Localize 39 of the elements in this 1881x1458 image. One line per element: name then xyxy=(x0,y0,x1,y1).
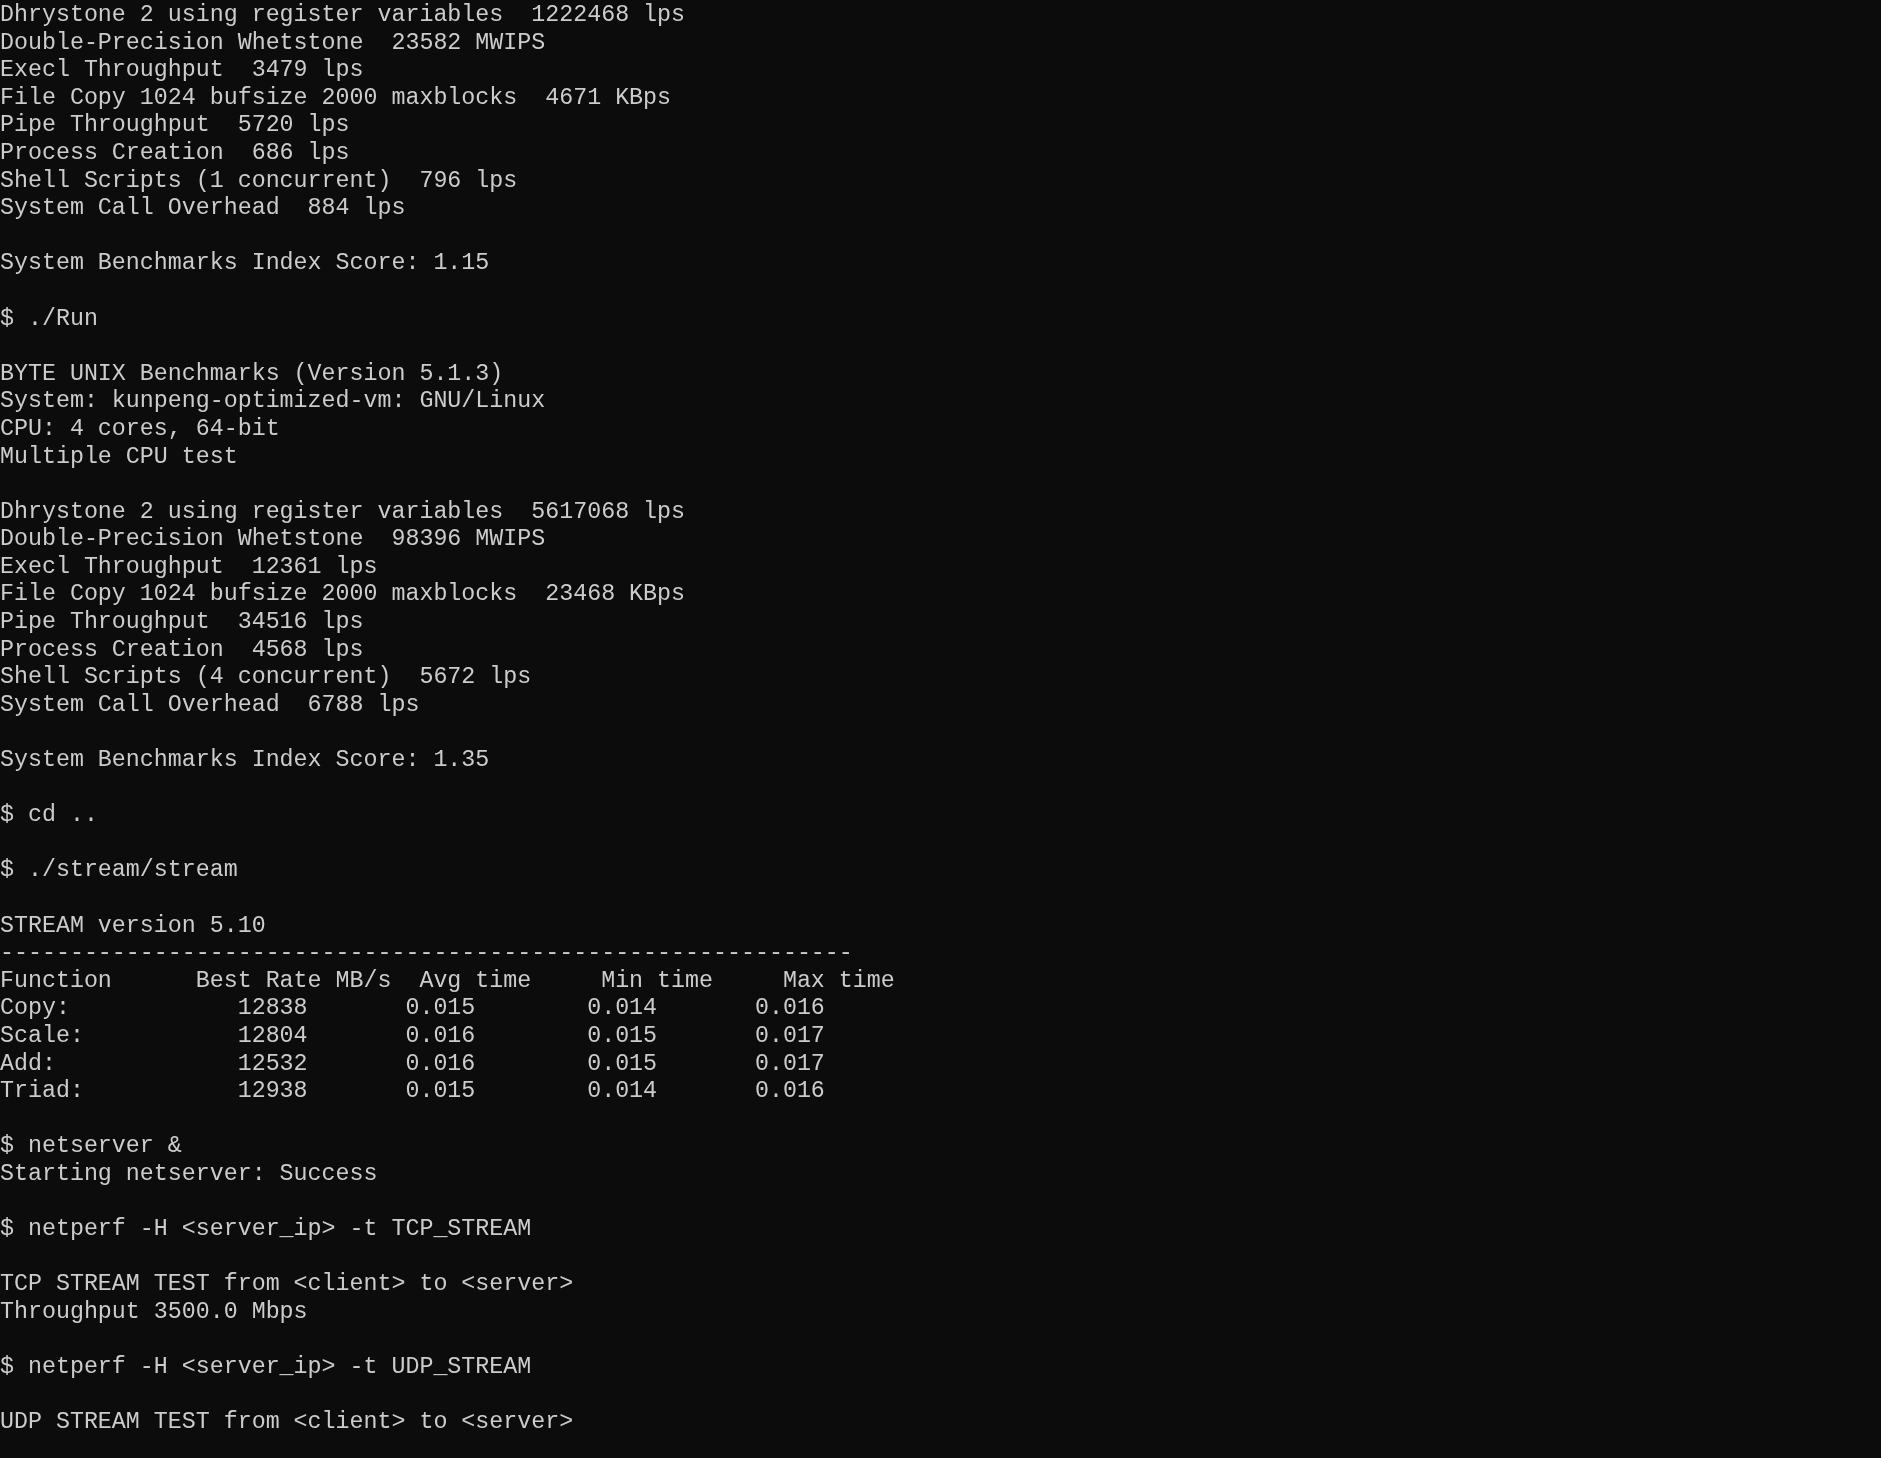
terminal-line: UDP STREAM TEST from <client> to <server> xyxy=(0,1409,574,1437)
terminal-line: System Benchmarks Index Score: 1.15 xyxy=(0,250,490,278)
terminal-line: Execl Throughput 3479 lps xyxy=(0,57,364,85)
terminal-line: ------------------------------------------------------------- xyxy=(0,940,853,968)
terminal-line: Copy: 12838 0.015 0.014 0.016 xyxy=(0,995,825,1023)
terminal-line: Pipe Throughput 5720 lps xyxy=(0,112,350,140)
terminal-line: STREAM version 5.10 xyxy=(0,912,266,941)
terminal-line: BYTE UNIX Benchmarks (Version 5.1.3) xyxy=(0,360,504,389)
terminal-line: Dhrystone 2 using register variables 1222468 lps xyxy=(0,2,686,30)
terminal-line: Process Creation 686 lps xyxy=(0,139,350,168)
terminal-line: Shell Scripts (4 concurrent) 5672 lps xyxy=(0,664,532,692)
terminal-line: Double-Precision Whetstone 98396 MWIPS xyxy=(0,526,546,554)
terminal-line: CPU: 4 cores, 64-bit xyxy=(0,415,280,444)
terminal-line: Add: 12532 0.016 0.015 0.017 xyxy=(0,1050,825,1079)
terminal-line: Process Creation 4568 lps xyxy=(0,636,364,665)
terminal-line: System: kunpeng-optimized-vm: GNU/Linux xyxy=(0,388,546,416)
terminal-line: $ ./Run xyxy=(0,305,98,334)
terminal-line: Dhrystone 2 using register variables 5617068 lps xyxy=(0,498,686,527)
terminal-line: $ cd .. xyxy=(0,802,98,830)
terminal-line: $ netperf -H <server_ip> -t UDP_STREAM xyxy=(0,1354,532,1382)
terminal-line: $ netserver & xyxy=(0,1133,182,1161)
terminal-line: File Copy 1024 bufsize 2000 maxblocks 23468 KBps xyxy=(0,581,686,610)
terminal-line: $ ./stream/stream xyxy=(0,857,238,885)
terminal-line: Double-Precision Whetstone 23582 MWIPS xyxy=(0,29,546,58)
terminal-line: Shell Scripts (1 concurrent) 796 lps xyxy=(0,167,518,196)
terminal-line: Pipe Throughput 34516 lps xyxy=(0,609,364,637)
terminal-line: Triad: 12938 0.015 0.014 0.016 xyxy=(0,1078,825,1106)
terminal-line: File Copy 1024 bufsize 2000 maxblocks 4671 KBps xyxy=(0,84,672,113)
terminal-line: System Benchmarks Index Score: 1.35 xyxy=(0,747,490,775)
terminal-line: $ netperf -H <server_ip> -t TCP_STREAM xyxy=(0,1216,532,1244)
terminal-line: Throughput 3500.0 Mbps xyxy=(0,1298,308,1327)
terminal-line: TCP STREAM TEST from <client> to <server> xyxy=(0,1271,574,1299)
terminal-line: Scale: 12804 0.016 0.015 0.017 xyxy=(0,1022,825,1051)
terminal-line: Multiple CPU test xyxy=(0,443,238,472)
terminal-line: Execl Throughput 12361 lps xyxy=(0,553,378,582)
terminal-line: System Call Overhead 6788 lps xyxy=(0,691,420,720)
terminal-line: System Call Overhead 884 lps xyxy=(0,195,406,223)
terminal-line: Function Best Rate MB/s Avg time Min time Max time xyxy=(0,967,895,996)
terminal-line: Starting netserver: Success xyxy=(0,1160,378,1189)
